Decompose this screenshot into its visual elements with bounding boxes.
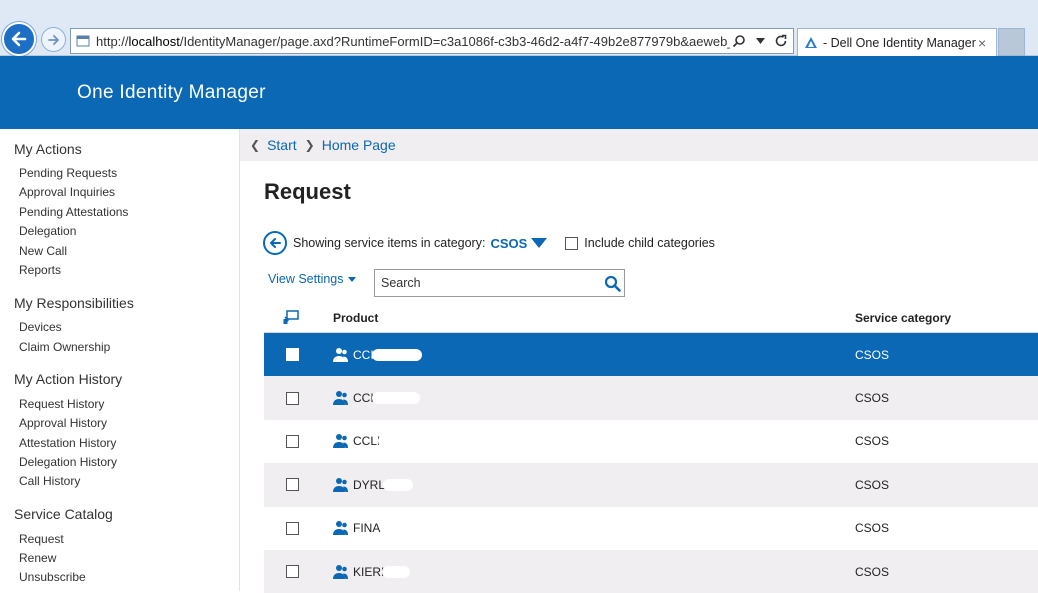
table-row[interactable]: KIERI CSOS [264, 549, 1038, 593]
sidebar-item-pending-attestations[interactable]: Pending Attestations [19, 205, 128, 219]
dropdown-button[interactable] [751, 31, 769, 51]
sidebar-item-new-call[interactable]: New Call [19, 244, 67, 258]
chevron-down-icon [755, 38, 765, 44]
app-favicon-icon [805, 36, 817, 48]
category-back-button[interactable] [263, 231, 287, 255]
service-items-grid: Product Service category CCI CSOS CCI CS… [264, 303, 1038, 593]
select-column-header[interactable] [264, 310, 333, 325]
arrow-left-icon [270, 238, 281, 248]
sidebar-item-attestation-history[interactable]: Attestation History [19, 436, 116, 450]
back-button[interactable] [2, 22, 36, 56]
category-selector[interactable]: CSOS [490, 236, 527, 251]
row-checkbox[interactable] [286, 565, 299, 579]
breadcrumb-start[interactable]: Start [267, 137, 297, 153]
caret-down-icon [347, 277, 356, 283]
sidebar: My Actions Pending Requests Approval Inq… [0, 129, 240, 591]
sidebar-item-request-history[interactable]: Request History [19, 397, 104, 411]
service-category: CSOS [855, 521, 890, 536]
cart-selection-icon [283, 310, 299, 324]
breadcrumb: ❮ Start ❯ Home Page [240, 129, 1038, 161]
view-settings-label: View Settings [268, 272, 344, 286]
table-row[interactable]: CCI CSOS [264, 333, 1038, 377]
chevron-left-icon: ❮ [250, 138, 261, 152]
url-text: http://localhost/IdentityManager/page.ax… [96, 33, 730, 49]
sidebar-item-devices[interactable]: Devices [19, 320, 62, 334]
category-prefix: Showing service items in category: [293, 236, 486, 250]
include-child-checkbox[interactable] [565, 236, 579, 250]
search-icon[interactable] [600, 275, 624, 292]
sidebar-item-pending-requests[interactable]: Pending Requests [19, 166, 117, 180]
page-title: Request [264, 179, 351, 204]
service-category: CSOS [855, 391, 890, 406]
app-header: One Identity Manager [0, 56, 1038, 129]
app-title: One Identity Manager [77, 82, 266, 103]
row-checkbox[interactable] [286, 434, 299, 448]
sidebar-item-renew[interactable]: Renew [19, 551, 56, 565]
browser-chrome: http://localhost/IdentityManager/page.ax… [0, 0, 1038, 56]
service-category: CSOS [855, 477, 890, 492]
main-content: ❮ Start ❯ Home Page Request Showing serv… [240, 129, 1038, 593]
sidebar-item-call-history[interactable]: Call History [19, 474, 80, 488]
view-settings-button[interactable]: View Settings [268, 272, 356, 286]
service-category: CSOS [855, 564, 890, 579]
search-icon [732, 35, 745, 48]
sidebar-item-reports[interactable]: Reports [19, 263, 61, 277]
breadcrumb-home[interactable]: Home Page [322, 137, 396, 153]
user-group-icon [333, 477, 349, 493]
table-row[interactable]: CCI CSOS [264, 376, 1038, 420]
user-group-icon [333, 347, 349, 363]
include-child-label: Include child categories [584, 236, 715, 250]
row-checkbox[interactable] [286, 348, 299, 362]
product-name: CCI [353, 391, 374, 406]
row-checkbox[interactable] [286, 391, 299, 405]
sidebar-item-delegation[interactable]: Delegation [19, 224, 76, 238]
search-input[interactable]: Search [374, 269, 625, 297]
user-group-icon [333, 390, 349, 406]
product-name: DYRL [353, 477, 386, 492]
user-group-icon [333, 564, 349, 580]
sidebar-section-my-action-history: My Action History [14, 371, 123, 387]
chevron-right-icon: ❯ [304, 138, 315, 152]
sidebar-item-request[interactable]: Request [19, 532, 64, 546]
product-column-header[interactable]: Product [333, 311, 855, 325]
refresh-button[interactable] [772, 31, 790, 51]
new-tab-button[interactable] [998, 28, 1025, 56]
caret-down-icon[interactable] [531, 238, 548, 248]
row-checkbox[interactable] [286, 478, 299, 492]
sidebar-item-unsubscribe[interactable]: Unsubscribe [19, 570, 86, 584]
sidebar-item-approval-inquiries[interactable]: Approval Inquiries [19, 185, 115, 199]
category-column-header[interactable]: Service category [855, 311, 1038, 325]
sidebar-item-approval-history[interactable]: Approval History [19, 416, 107, 430]
search-placeholder: Search [381, 276, 421, 290]
sidebar-item-delegation-history[interactable]: Delegation History [19, 455, 117, 469]
browser-tab[interactable]: - Dell One Identity Manager × [797, 28, 997, 56]
close-tab-icon[interactable]: × [978, 35, 992, 51]
user-group-icon [333, 433, 349, 449]
sidebar-section-service-catalog: Service Catalog [14, 506, 113, 522]
sidebar-item-claim-ownership[interactable]: Claim Ownership [19, 340, 110, 354]
product-name: CCI [353, 347, 374, 362]
arrow-left-icon [11, 31, 27, 47]
search-dropdown-button[interactable] [730, 31, 748, 51]
grid-header: Product Service category [264, 303, 1038, 333]
service-category: CSOS [855, 347, 890, 362]
table-row[interactable]: CCLI CSOS [264, 420, 1038, 463]
table-row[interactable]: DYRL CSOS [264, 463, 1038, 507]
page-icon [76, 35, 90, 47]
tab-title: - Dell One Identity Manager [823, 35, 976, 50]
forward-button[interactable] [41, 27, 66, 52]
user-group-icon [333, 520, 349, 536]
product-name: CCLI [353, 434, 381, 449]
product-name: KIERI [353, 564, 385, 579]
address-bar[interactable]: http://localhost/IdentityManager/page.ax… [70, 28, 794, 54]
service-category: CSOS [855, 434, 890, 449]
category-row: Showing service items in category: CSOS … [263, 231, 715, 255]
table-row[interactable]: FINA CSOS [264, 507, 1038, 550]
product-name: FINA [353, 521, 381, 536]
arrow-right-icon [47, 34, 59, 45]
sidebar-section-my-actions: My Actions [14, 141, 82, 157]
refresh-icon [775, 34, 787, 47]
sidebar-section-my-responsibilities: My Responsibilities [14, 295, 134, 311]
row-checkbox[interactable] [286, 521, 299, 535]
